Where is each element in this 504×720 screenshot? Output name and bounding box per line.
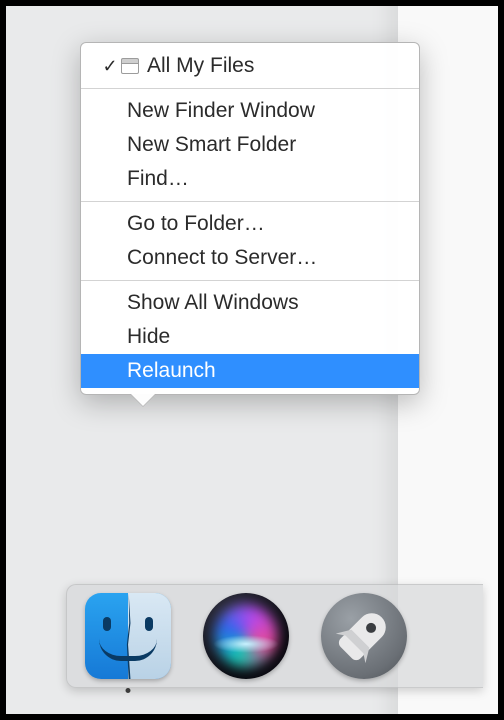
menu-item-label: Find… (99, 167, 189, 191)
finder-icon (85, 593, 171, 679)
menu-item-label: New Smart Folder (99, 133, 296, 157)
checkmark-icon: ✓ (99, 56, 121, 77)
menu-item-all-my-files[interactable]: ✓ All My Files (81, 49, 419, 83)
menu-item-label: New Finder Window (99, 99, 315, 123)
finder-window-icon (121, 58, 139, 74)
menu-item-label: Connect to Server… (99, 246, 317, 270)
menu-item-hide[interactable]: Hide (81, 320, 419, 354)
menu-separator (81, 88, 419, 89)
dock (66, 584, 483, 688)
menu-item-go-to-folder[interactable]: Go to Folder… (81, 207, 419, 241)
menu-item-label: All My Files (145, 54, 254, 78)
menu-item-connect-to-server[interactable]: Connect to Server… (81, 241, 419, 275)
dock-item-finder[interactable] (85, 593, 171, 679)
menu-item-new-smart-folder[interactable]: New Smart Folder (81, 128, 419, 162)
menu-item-label: Relaunch (99, 359, 216, 383)
dock-item-launchpad[interactable] (321, 593, 407, 679)
running-indicator-icon (126, 688, 131, 693)
menu-item-label: Go to Folder… (99, 212, 265, 236)
menu-separator (81, 201, 419, 202)
finder-context-menu: ✓ All My Files New Finder Window New Sma… (80, 42, 420, 395)
menu-item-new-finder-window[interactable]: New Finder Window (81, 94, 419, 128)
launchpad-icon (321, 593, 407, 679)
menu-item-find[interactable]: Find… (81, 162, 419, 196)
menu-separator (81, 280, 419, 281)
menu-item-show-all-windows[interactable]: Show All Windows (81, 286, 419, 320)
menu-item-relaunch[interactable]: Relaunch (81, 354, 419, 388)
menu-item-label: Hide (99, 325, 170, 349)
dock-item-siri[interactable] (203, 593, 289, 679)
menu-pointer-icon (131, 394, 155, 406)
siri-icon (203, 593, 289, 679)
menu-item-label: Show All Windows (99, 291, 299, 315)
